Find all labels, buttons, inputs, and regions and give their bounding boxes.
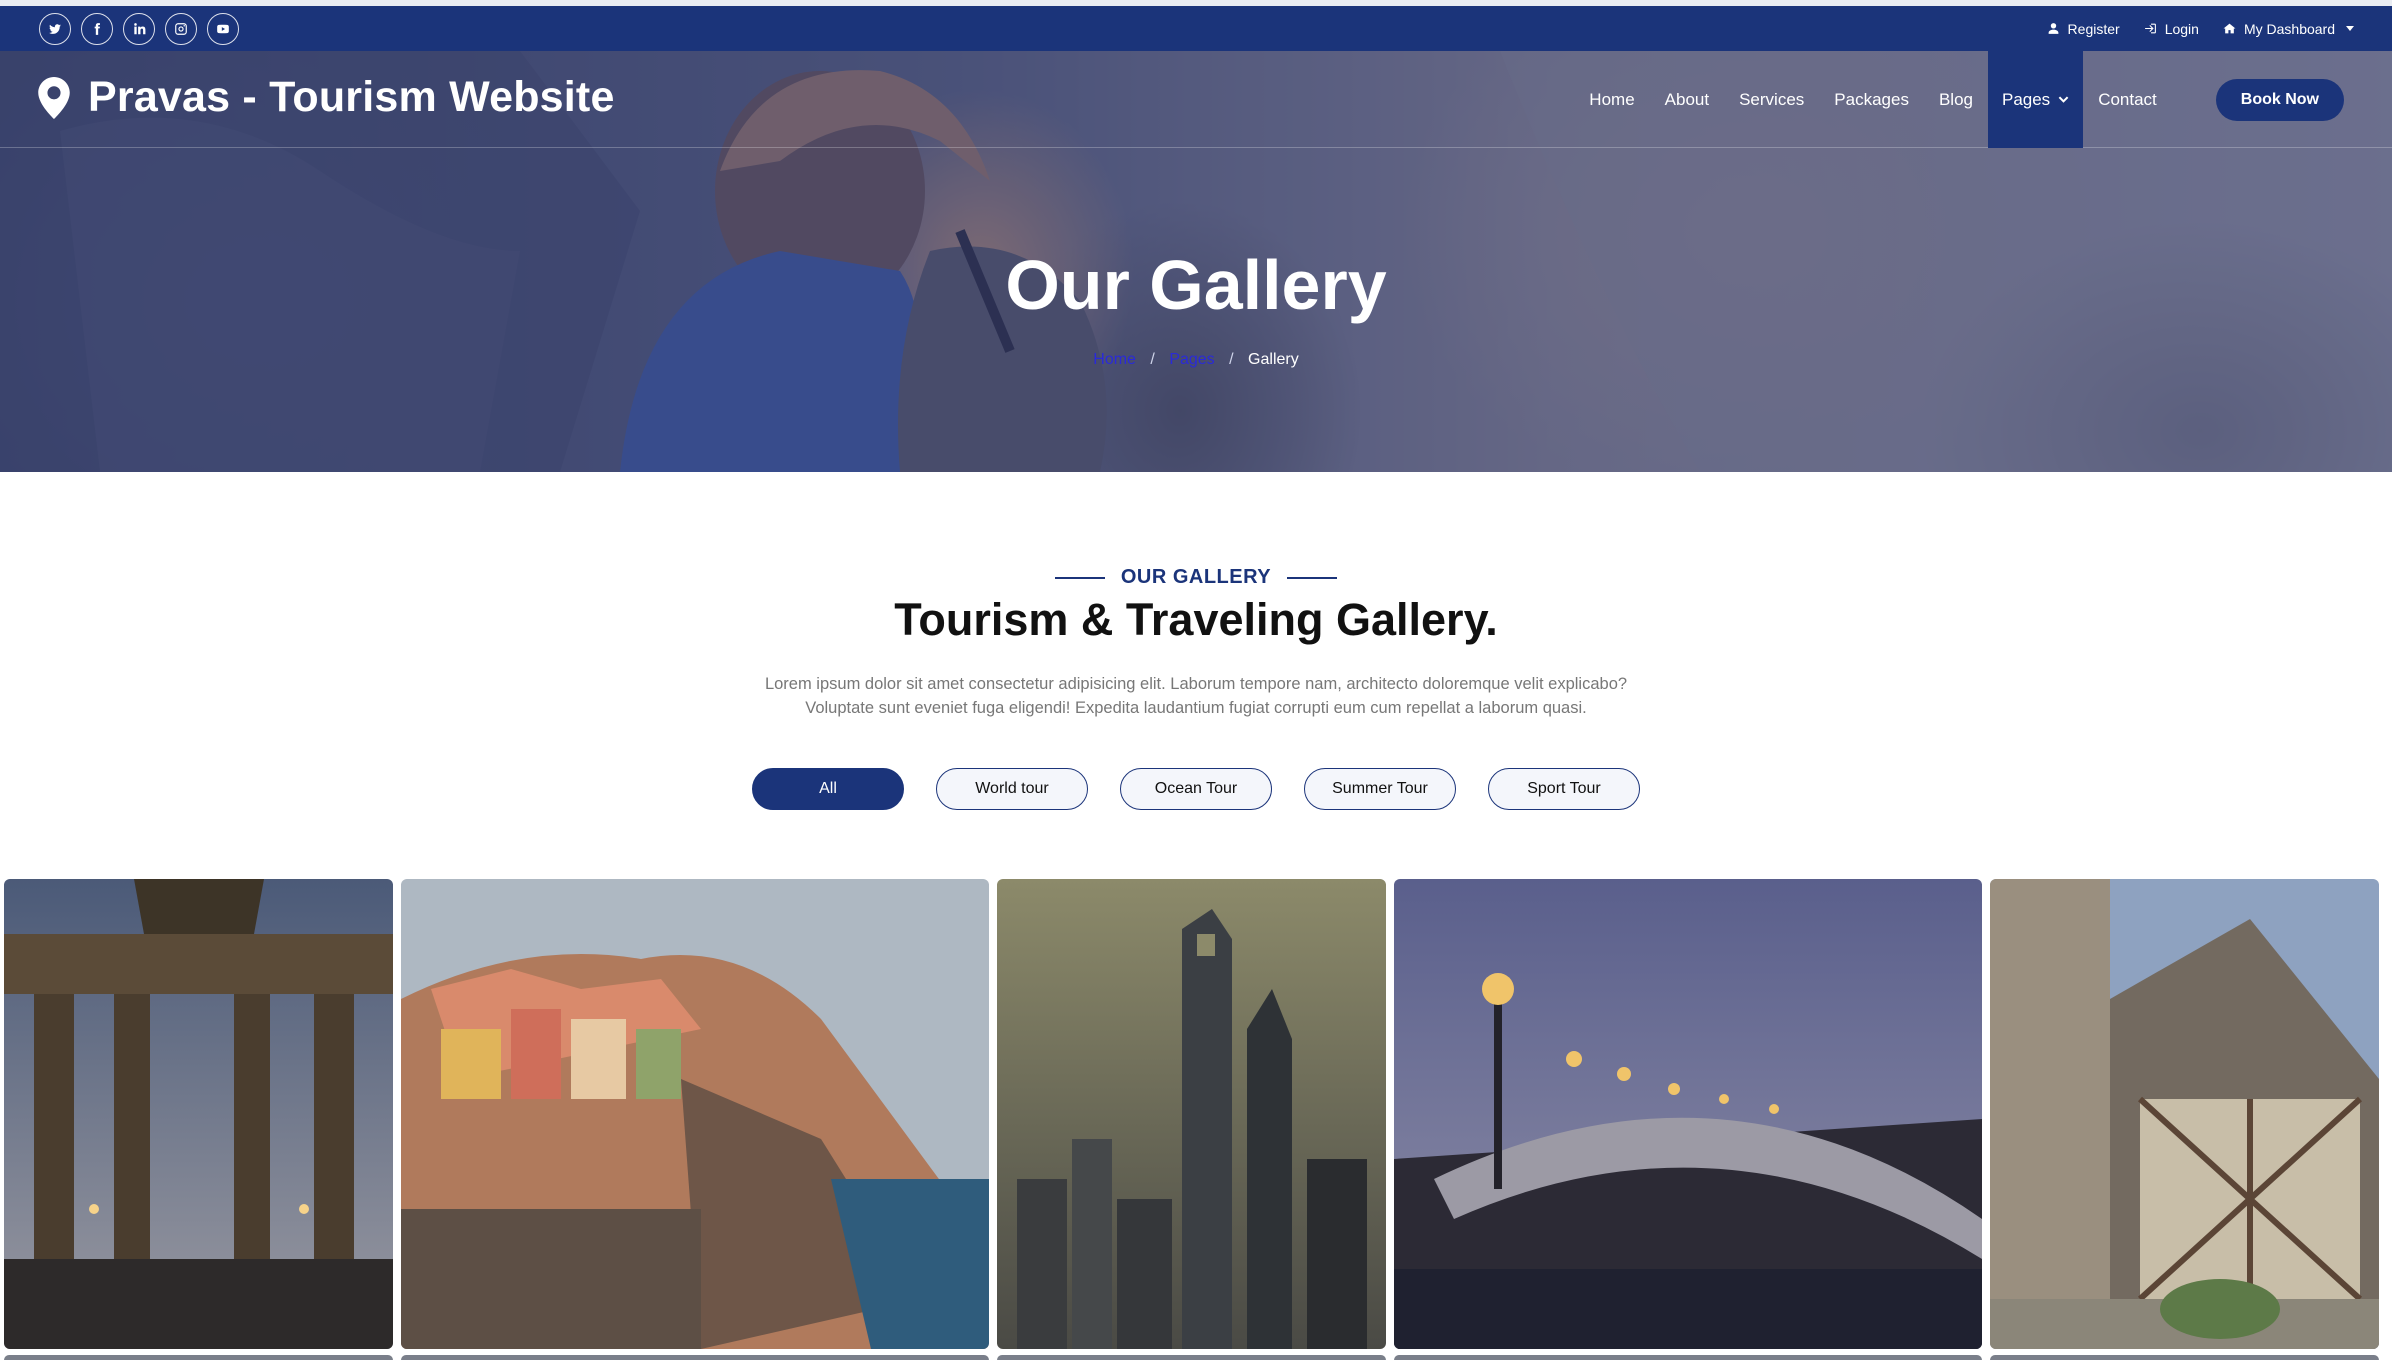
brand-name: Pravas - Tourism Website bbox=[88, 73, 615, 121]
section-description: Lorem ipsum dolor sit amet consectetur a… bbox=[0, 672, 2392, 720]
breadcrumb-separator: / bbox=[1229, 351, 1234, 368]
twitter-icon bbox=[49, 23, 61, 34]
eyebrow-line-right bbox=[1287, 576, 1338, 579]
user-icon bbox=[2048, 23, 2058, 34]
facebook-icon bbox=[94, 22, 100, 35]
filter-ocean-tour[interactable]: Ocean Tour bbox=[1120, 768, 1272, 810]
youtube-icon bbox=[217, 24, 229, 33]
breadcrumb-pages[interactable]: Pages bbox=[1169, 351, 1214, 368]
social-links bbox=[39, 12, 239, 45]
linkedin-icon bbox=[134, 22, 146, 34]
nav-contact[interactable]: Contact bbox=[2083, 51, 2172, 148]
sign-in-icon bbox=[2144, 23, 2156, 34]
filter-sport-tour[interactable]: Sport Tour bbox=[1488, 768, 1640, 810]
register-link[interactable]: Register bbox=[2047, 21, 2120, 37]
book-now-button[interactable]: Book Now bbox=[2215, 78, 2344, 121]
nav-blog[interactable]: Blog bbox=[1924, 51, 1988, 148]
filter-all[interactable]: All bbox=[752, 768, 904, 810]
chevron-down-icon bbox=[2058, 96, 2069, 103]
dashboard-dropdown[interactable]: My Dashboard bbox=[2223, 21, 2354, 37]
hero-banner: Pravas - Tourism Website Home About Serv… bbox=[0, 51, 2392, 472]
caret-down-icon bbox=[2346, 26, 2354, 31]
gallery-image-row2-2[interactable] bbox=[401, 1355, 989, 1360]
eyebrow-line-left bbox=[1054, 576, 1105, 579]
description-line-2: Voluptate sunt eveniet fuga eligendi! Ex… bbox=[805, 699, 1587, 717]
gallery-image-row2-1[interactable] bbox=[4, 1355, 393, 1360]
filter-world-tour[interactable]: World tour bbox=[936, 768, 1088, 810]
breadcrumb: Home / Pages / Gallery bbox=[0, 351, 2392, 369]
nav-home[interactable]: Home bbox=[1574, 51, 1649, 148]
eyebrow-text: OUR GALLERY bbox=[1120, 566, 1272, 588]
register-label: Register bbox=[2067, 20, 2120, 37]
breadcrumb-current: Gallery bbox=[1248, 351, 1299, 368]
twitter-link[interactable] bbox=[39, 12, 71, 45]
gallery-image-row2-5[interactable] bbox=[1990, 1355, 2379, 1360]
main-nav: Home About Services Packages Blog Pages … bbox=[1574, 51, 2392, 148]
section-title: Tourism & Traveling Gallery. bbox=[894, 594, 1498, 645]
gallery-image-bridge-at-dusk[interactable] bbox=[1394, 879, 1982, 1349]
dashboard-label: My Dashboard bbox=[2243, 20, 2335, 37]
nav-pages-dropdown[interactable]: Pages bbox=[1987, 51, 2084, 148]
page-title: Our Gallery bbox=[1005, 246, 1387, 324]
gallery-image-row2-4[interactable] bbox=[1394, 1355, 1982, 1360]
brand-logo[interactable]: Pravas - Tourism Website bbox=[38, 73, 615, 122]
nav-about[interactable]: About bbox=[1650, 51, 1724, 148]
facebook-link[interactable] bbox=[81, 12, 113, 45]
linkedin-link[interactable] bbox=[123, 12, 155, 45]
nav-packages[interactable]: Packages bbox=[1819, 51, 1924, 148]
instagram-icon bbox=[175, 22, 187, 35]
description-line-1: Lorem ipsum dolor sit amet consectetur a… bbox=[764, 675, 1628, 693]
top-links: Register Login My Dashboard bbox=[2047, 21, 2354, 37]
login-link[interactable]: Login bbox=[2144, 21, 2199, 37]
gallery-image-city-skyscrapers[interactable] bbox=[997, 879, 1386, 1349]
gallery-image-half-timbered-house[interactable] bbox=[1990, 879, 2379, 1349]
topbar: Register Login My Dashboard bbox=[0, 6, 2392, 51]
youtube-link[interactable] bbox=[207, 12, 239, 45]
map-marker-icon bbox=[38, 76, 70, 119]
breadcrumb-home[interactable]: Home bbox=[1093, 351, 1136, 368]
breadcrumb-separator: / bbox=[1150, 351, 1155, 368]
gallery-image-cliffside-village[interactable] bbox=[401, 879, 989, 1349]
filter-summer-tour[interactable]: Summer Tour bbox=[1304, 768, 1456, 810]
instagram-link[interactable] bbox=[165, 12, 197, 45]
gallery-image-brandenburg-gate[interactable] bbox=[4, 879, 393, 1349]
nav-services[interactable]: Services bbox=[1724, 51, 1819, 148]
home-icon bbox=[2223, 23, 2236, 34]
gallery-image-row2-3[interactable] bbox=[997, 1355, 1386, 1360]
nav-pages-label: Pages bbox=[2001, 89, 2051, 109]
login-label: Login bbox=[2164, 20, 2199, 37]
gallery-filters: All World tour Ocean Tour Summer Tour Sp… bbox=[0, 768, 2392, 810]
section-eyebrow: OUR GALLERY bbox=[0, 566, 2392, 589]
